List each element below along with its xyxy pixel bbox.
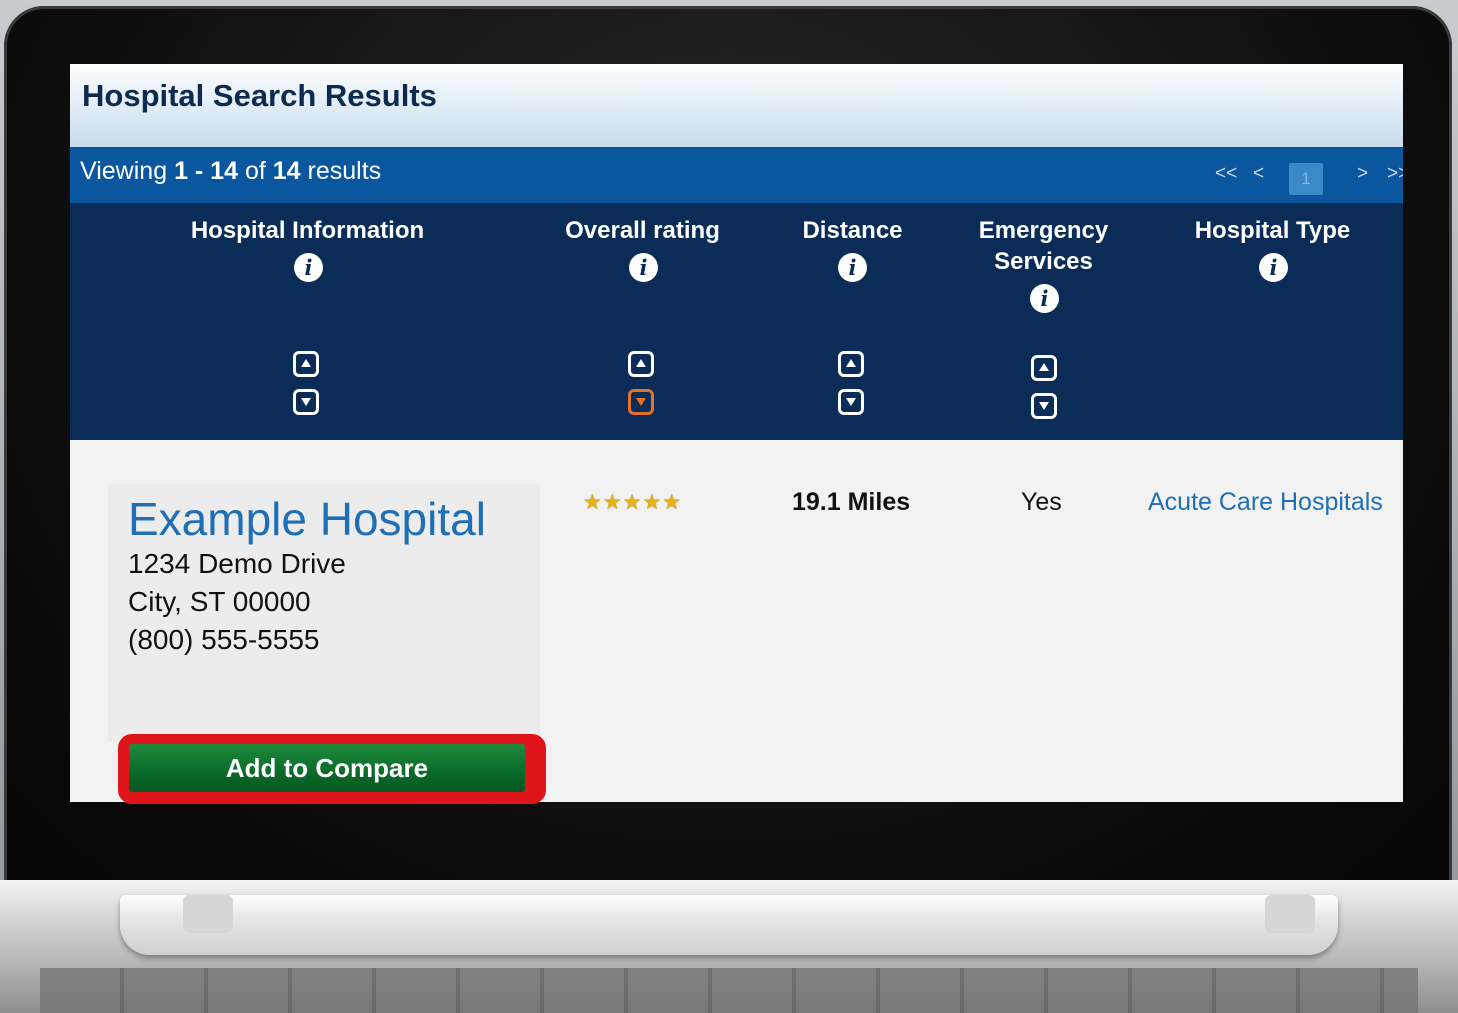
pagination: << < 1 > >> bbox=[1173, 163, 1403, 195]
first-page-button[interactable]: << bbox=[1215, 163, 1237, 185]
sort-descending-overall-rating[interactable] bbox=[628, 389, 654, 415]
results-summary-bar: Viewing 1 - 14 of 14 results << < 1 > >> bbox=[70, 147, 1403, 203]
page-title: Hospital Search Results bbox=[82, 78, 437, 113]
hospital-type-link[interactable]: Acute Care Hospitals bbox=[1148, 488, 1383, 517]
laptop-hinge bbox=[120, 895, 1338, 955]
info-icon[interactable]: i bbox=[838, 253, 867, 282]
sort-ascending-overall-rating[interactable] bbox=[628, 351, 654, 377]
hinge-left bbox=[183, 895, 233, 933]
hospital-phone: (800) 555-5555 bbox=[128, 624, 320, 655]
keyboard bbox=[40, 968, 1418, 1013]
hospital-name-link[interactable]: Example Hospital bbox=[128, 492, 486, 546]
info-icon[interactable]: i bbox=[629, 253, 658, 282]
compare-highlight: Add to Compare bbox=[118, 734, 546, 804]
col-header-emergency-line1: Emergency bbox=[978, 217, 1109, 244]
col-header-hospital-information: Hospital Information bbox=[190, 217, 425, 244]
info-icon[interactable]: i bbox=[1259, 253, 1288, 282]
viewing-suffix: results bbox=[307, 157, 382, 185]
col-header-distance: Distance bbox=[802, 217, 903, 244]
current-page-button[interactable]: 1 bbox=[1289, 163, 1323, 195]
prev-page-button[interactable]: < bbox=[1253, 163, 1264, 185]
distance-value: 19.1 Miles bbox=[792, 488, 911, 516]
sort-ascending-emergency-services[interactable] bbox=[1031, 355, 1057, 381]
hospital-address-line1: 1234 Demo Drive bbox=[128, 548, 346, 579]
sort-descending-emergency-services[interactable] bbox=[1031, 393, 1057, 419]
emergency-services-value: Yes bbox=[1021, 488, 1062, 516]
col-header-overall-rating: Overall rating bbox=[565, 217, 720, 244]
sort-ascending-hospital-information[interactable] bbox=[293, 351, 319, 377]
sort-ascending-distance[interactable] bbox=[838, 351, 864, 377]
col-header-emergency-services: Emergency Services bbox=[955, 215, 1132, 277]
results-table-header: Hospital Information i Overall rating i … bbox=[70, 203, 1403, 440]
viewing-range: 1 - 14 bbox=[174, 157, 238, 185]
info-icon[interactable]: i bbox=[294, 253, 323, 282]
hinge-right bbox=[1265, 895, 1315, 933]
hospital-address-line2: City, ST 00000 bbox=[128, 586, 311, 617]
col-header-hospital-type: Hospital Type bbox=[1194, 217, 1351, 244]
next-page-button[interactable]: > bbox=[1357, 163, 1368, 185]
viewing-of: of bbox=[244, 157, 266, 185]
title-bar: Hospital Search Results bbox=[70, 64, 1403, 147]
col-header-emergency-line2: Services bbox=[994, 248, 1093, 275]
results-count: Viewing 1 - 14 of 14 results bbox=[80, 157, 381, 186]
sort-descending-hospital-information[interactable] bbox=[293, 389, 319, 415]
last-page-button[interactable]: >> bbox=[1387, 163, 1403, 185]
screen: Hospital Search Results Viewing 1 - 14 o… bbox=[70, 64, 1403, 802]
add-to-compare-button[interactable]: Add to Compare bbox=[129, 744, 525, 792]
hospital-info-card: Example Hospital 1234 Demo Drive City, S… bbox=[108, 484, 540, 742]
star-rating: ★★★★★ bbox=[583, 491, 683, 514]
viewing-total: 14 bbox=[272, 157, 301, 185]
sort-descending-distance[interactable] bbox=[838, 389, 864, 415]
info-icon[interactable]: i bbox=[1030, 284, 1059, 313]
viewing-prefix: Viewing bbox=[80, 157, 168, 185]
